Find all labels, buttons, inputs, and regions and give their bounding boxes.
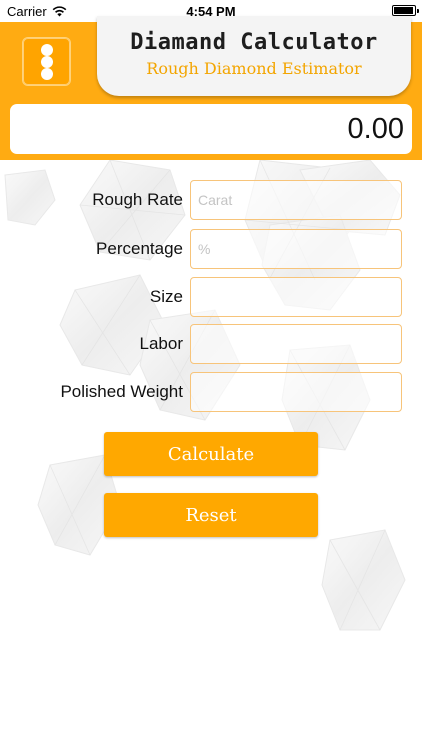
form-row-size: Size [0,277,422,317]
polished-weight-label: Polished Weight [60,382,183,401]
labor-label: Labor [139,334,183,353]
app-header: Diamand Calculator Rough Diamond Estimat… [0,16,422,160]
reset-button[interactable]: Reset [104,493,318,537]
polished-weight-input[interactable] [190,372,402,412]
form-row-polished-weight: Polished Weight [0,372,422,412]
labor-input[interactable] [190,324,402,364]
result-value: 0.00 [347,113,404,145]
rough-rate-label: Rough Rate [92,190,183,209]
rough-rate-input[interactable] [190,180,402,220]
form-row-rough-rate: Rough Rate [0,180,422,220]
percentage-input[interactable] [190,229,402,269]
title-card: Diamand Calculator Rough Diamond Estimat… [97,16,411,96]
calculate-button[interactable]: Calculate [104,432,318,476]
percentage-label: Percentage [96,239,183,258]
battery-icon [392,5,419,16]
menu-button[interactable] [22,37,71,86]
form-row-percentage: Percentage [0,229,422,269]
status-right [392,5,419,16]
form-row-labor: Labor [0,324,422,364]
app-subtitle: Rough Diamond Estimator [146,59,362,78]
size-label: Size [149,287,183,306]
result-display: 0.00 [10,104,412,154]
size-input[interactable] [190,277,402,317]
app-title: Diamand Calculator [130,30,378,55]
